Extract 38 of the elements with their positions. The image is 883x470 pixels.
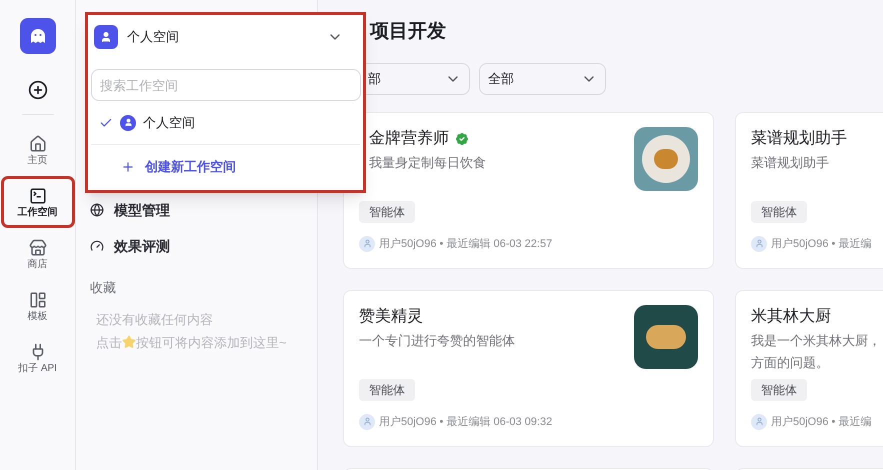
favorites-hint-text: 点击 xyxy=(96,334,122,352)
nav-item[interactable]: 工作空间 xyxy=(4,179,72,225)
bot-description: 我是一个米其林大厨， xyxy=(751,332,881,350)
search-field[interactable]: 搜索工作空间 xyxy=(91,69,361,101)
bot-card[interactable]: 菜谱规划助手 菜谱规划助手 智能体 用户50jO96 • 最近编 xyxy=(735,112,883,269)
bot-card[interactable]: 赞美精灵 一个专门进行夸赞的智能体 智能体 用户50jO96 • 最近编辑 06-03 09:32 xyxy=(343,290,714,447)
bot-name: 米其林大厨 xyxy=(751,306,831,327)
create-workspace-button[interactable]: 创建新工作空间 xyxy=(91,145,236,189)
bot-name: 赞美精灵 xyxy=(359,306,423,327)
filter-dropdown[interactable]: 全部 xyxy=(479,63,606,95)
bot-card[interactable]: 米其林大厨 我是一个米其林大厨， 方面的问题。 智能体 用户50jO96 • 最近编 xyxy=(735,290,883,447)
card-meta: 用户50jO96 • 最近编辑 06-03 22:57 xyxy=(379,236,552,252)
favorites-heading: 收藏 xyxy=(90,279,116,297)
favorites-hint-text: 按钮可将内容添加到这里~ xyxy=(136,334,287,352)
bot-description: 方面的问题。 xyxy=(751,354,829,372)
favorites-empty-text: 还没有收藏任何内容 xyxy=(96,311,213,329)
card-meta: 用户50jO96 • 最近编 xyxy=(771,414,872,430)
bot-description: 我量身定制每日饮食 xyxy=(369,154,486,172)
nav-item[interactable]: 扣子 API xyxy=(4,335,72,381)
nav-item[interactable]: 商店 xyxy=(4,231,72,277)
nav-item[interactable]: 模板 xyxy=(4,283,72,329)
tag: 智能体 xyxy=(359,378,415,400)
panel-menu-item[interactable]: 效果评测 xyxy=(90,228,317,264)
card-meta: 用户50jO96 • 最近编辑 06-03 09:32 xyxy=(379,414,552,430)
bot-name: 金牌营养师 xyxy=(369,128,449,149)
workspace-option[interactable]: 个人空间 xyxy=(91,101,360,145)
page-title: 项目开发 xyxy=(370,20,446,44)
bot-name: 菜谱规划助手 xyxy=(751,128,847,149)
tag: 智能体 xyxy=(751,378,807,400)
tag: 智能体 xyxy=(751,200,807,222)
nav-item[interactable]: 主页 xyxy=(4,127,72,173)
card-meta: 用户50jO96 • 最近编 xyxy=(771,236,872,252)
bot-description: 菜谱规划助手 xyxy=(751,154,829,172)
workspace-selector[interactable]: 个人空间 xyxy=(91,15,360,59)
bot-card[interactable]: 金牌营养师 我量身定制每日饮食 智能体 用户50jO96 • 最近编辑 06-03 22:57 xyxy=(343,112,714,269)
panel-menu-item[interactable]: 模型管理 xyxy=(90,192,317,228)
tag: 智能体 xyxy=(359,200,415,222)
bot-description: 一个专门进行夸赞的智能体 xyxy=(359,332,515,350)
